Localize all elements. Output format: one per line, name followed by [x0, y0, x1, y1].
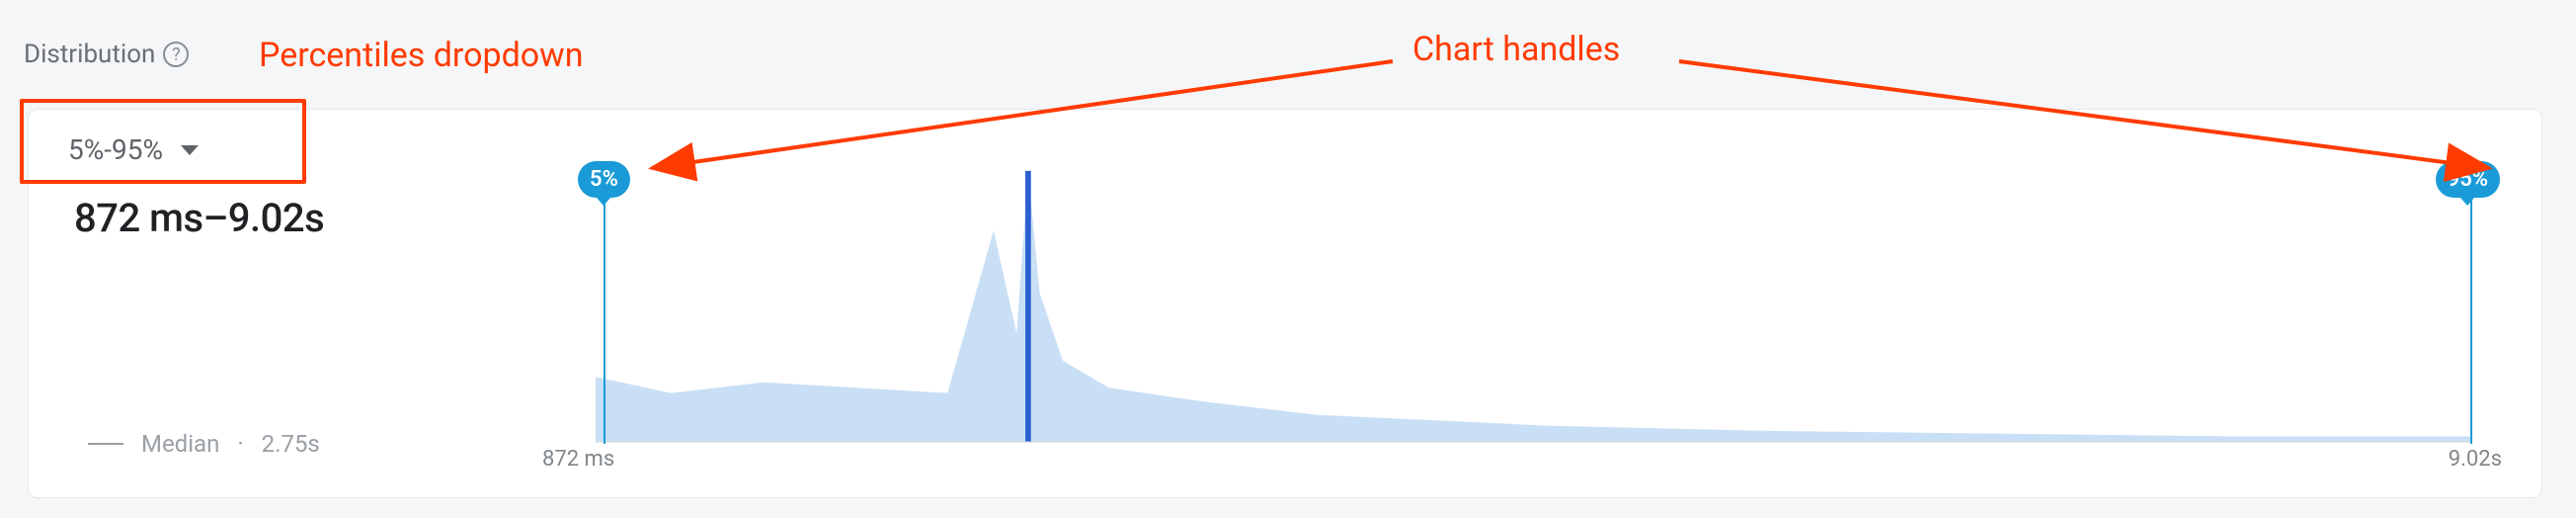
handle-line-high	[2470, 199, 2472, 444]
median-legend: Median · 2.75s	[88, 430, 320, 458]
chevron-down-icon	[181, 145, 199, 155]
median-value: 2.75s	[262, 430, 320, 458]
percentile-dropdown[interactable]: 5%-95%	[68, 133, 199, 166]
median-swatch-icon	[88, 443, 123, 445]
x-axis-max: 9.02s	[2449, 447, 2502, 472]
distribution-card: 5%-95% 872 ms–9.02s Median · 2.75s 872 m…	[28, 109, 2542, 498]
range-display: 872 ms–9.02s	[74, 195, 324, 241]
x-axis-min: 872 ms	[542, 447, 614, 472]
annotation-percentiles-dropdown: Percentiles dropdown	[259, 36, 583, 75]
distribution-plot	[596, 149, 2472, 444]
section-title: Distribution	[24, 40, 155, 69]
median-dot: ·	[237, 430, 243, 458]
percentile-handle-low[interactable]: 5%	[578, 161, 630, 198]
percentile-dropdown-value: 5%-95%	[68, 133, 163, 166]
handle-line-low	[604, 199, 605, 444]
median-label: Median	[141, 430, 219, 458]
help-circle-icon[interactable]: ?	[163, 42, 189, 67]
percentile-handle-high[interactable]: 95%	[2436, 161, 2500, 198]
annotation-chart-handles: Chart handles	[1412, 30, 1620, 69]
